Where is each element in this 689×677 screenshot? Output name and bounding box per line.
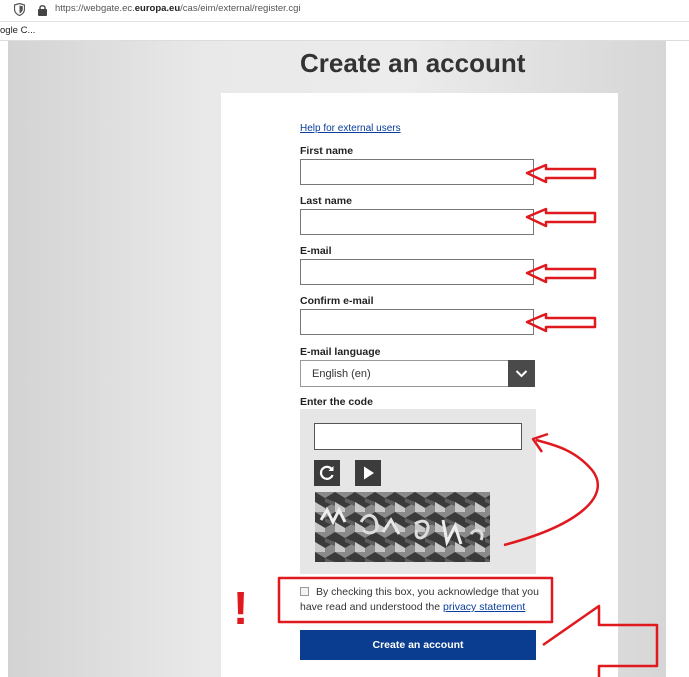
last-name-field[interactable] (300, 209, 534, 235)
url-domain: europa.eu (134, 3, 181, 14)
email-language-select[interactable]: English (en) (300, 360, 535, 387)
email-label: E-mail (300, 245, 332, 257)
help-link[interactable]: Help for external users (300, 123, 401, 134)
email-language-value: English (en) (312, 368, 371, 380)
consent-text-prefix: have read and understood the (300, 601, 441, 613)
last-name-label: Last name (300, 195, 352, 207)
bookmark-item[interactable]: ogle C... (0, 25, 35, 36)
refresh-captcha-button[interactable] (314, 460, 340, 486)
browser-address-bar[interactable]: https://webgate.ec.europa.eu/cas/eim/ext… (0, 0, 689, 22)
confirm-email-label: Confirm e-mail (300, 295, 374, 307)
url-text[interactable]: https://webgate.ec.europa.eu/cas/eim/ext… (55, 3, 301, 14)
url-prefix: https://webgate.ec. (55, 3, 135, 14)
dropdown-button[interactable] (508, 360, 535, 387)
audio-captcha-button[interactable] (355, 460, 381, 486)
consent-text-line2: have read and understood the privacy sta… (300, 601, 525, 613)
lock-icon (38, 5, 47, 16)
page-title: Create an account (300, 48, 526, 78)
consent-text-line1: By checking this box, you acknowledge th… (316, 586, 539, 598)
email-language-label: E-mail language (300, 346, 381, 358)
create-account-button[interactable]: Create an account (300, 630, 536, 660)
refresh-icon (319, 465, 334, 480)
privacy-statement-link[interactable]: privacy statement (443, 601, 525, 613)
first-name-label: First name (300, 145, 354, 157)
captcha-code-input[interactable] (314, 423, 522, 450)
privacy-checkbox[interactable] (300, 587, 309, 596)
email-field[interactable] (300, 259, 534, 285)
captcha-image (315, 492, 490, 562)
shield-icon[interactable] (14, 3, 25, 16)
chevron-down-icon (515, 370, 528, 378)
url-path: /cas/eim/external/register.cgi (180, 3, 301, 14)
confirm-email-field[interactable] (300, 309, 534, 335)
bookmarks-bar: ogle C... (0, 22, 689, 41)
first-name-field[interactable] (300, 159, 534, 185)
enter-code-label: Enter the code (300, 396, 373, 408)
play-icon (364, 466, 374, 480)
